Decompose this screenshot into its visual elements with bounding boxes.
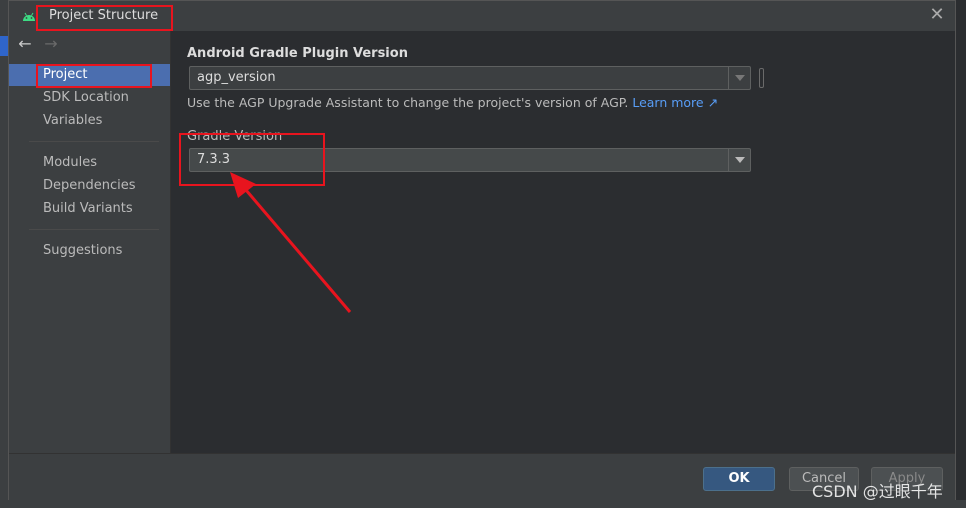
agp-version-label: Android Gradle Plugin Version [187, 46, 408, 61]
project-settings-panel: Android Gradle Plugin Version agp_versio… [171, 31, 955, 453]
sidebar-item-dependencies[interactable]: Dependencies [9, 175, 170, 197]
learn-more-link[interactable]: Learn more ↗ [632, 95, 718, 110]
chevron-down-icon[interactable] [728, 67, 750, 89]
watermark: CSDN @过眼千年 [812, 482, 943, 501]
sidebar: ← → Project SDK Location Variables Module… [9, 31, 171, 453]
project-structure-dialog: Project Structure ✕ ← → Project SDK Locat… [8, 0, 956, 501]
android-icon [23, 12, 35, 21]
chevron-down-icon[interactable] [728, 149, 750, 171]
gradle-version-label: Gradle Version [187, 129, 283, 144]
sidebar-divider [29, 141, 159, 142]
dialog-title: Project Structure [49, 8, 159, 23]
sidebar-divider [29, 229, 159, 230]
sidebar-item-modules[interactable]: Modules [9, 152, 170, 174]
ide-background-strip [0, 0, 8, 508]
agp-version-combo[interactable]: agp_version [189, 66, 751, 90]
nav-arrows: ← → [15, 35, 61, 55]
back-arrow-icon[interactable]: ← [15, 35, 35, 53]
sidebar-item-project[interactable]: Project [9, 64, 170, 86]
agp-side-control [759, 68, 764, 88]
gradle-version-value: 7.3.3 [197, 152, 231, 167]
ide-highlight [0, 36, 8, 56]
forward-arrow-icon[interactable]: → [41, 35, 61, 53]
sidebar-item-variables[interactable]: Variables [9, 110, 170, 132]
close-icon[interactable]: ✕ [927, 5, 947, 25]
sidebar-item-build-variants[interactable]: Build Variants [9, 198, 170, 220]
dialog-titlebar: Project Structure ✕ [9, 1, 955, 31]
agp-version-value: agp_version [197, 70, 276, 85]
sidebar-item-suggestions[interactable]: Suggestions [9, 240, 170, 262]
gradle-version-combo[interactable]: 7.3.3 [189, 148, 751, 172]
agp-hint: Use the AGP Upgrade Assistant to change … [187, 95, 719, 110]
sidebar-item-sdk-location[interactable]: SDK Location [9, 87, 170, 109]
ok-button[interactable]: OK [703, 467, 775, 491]
